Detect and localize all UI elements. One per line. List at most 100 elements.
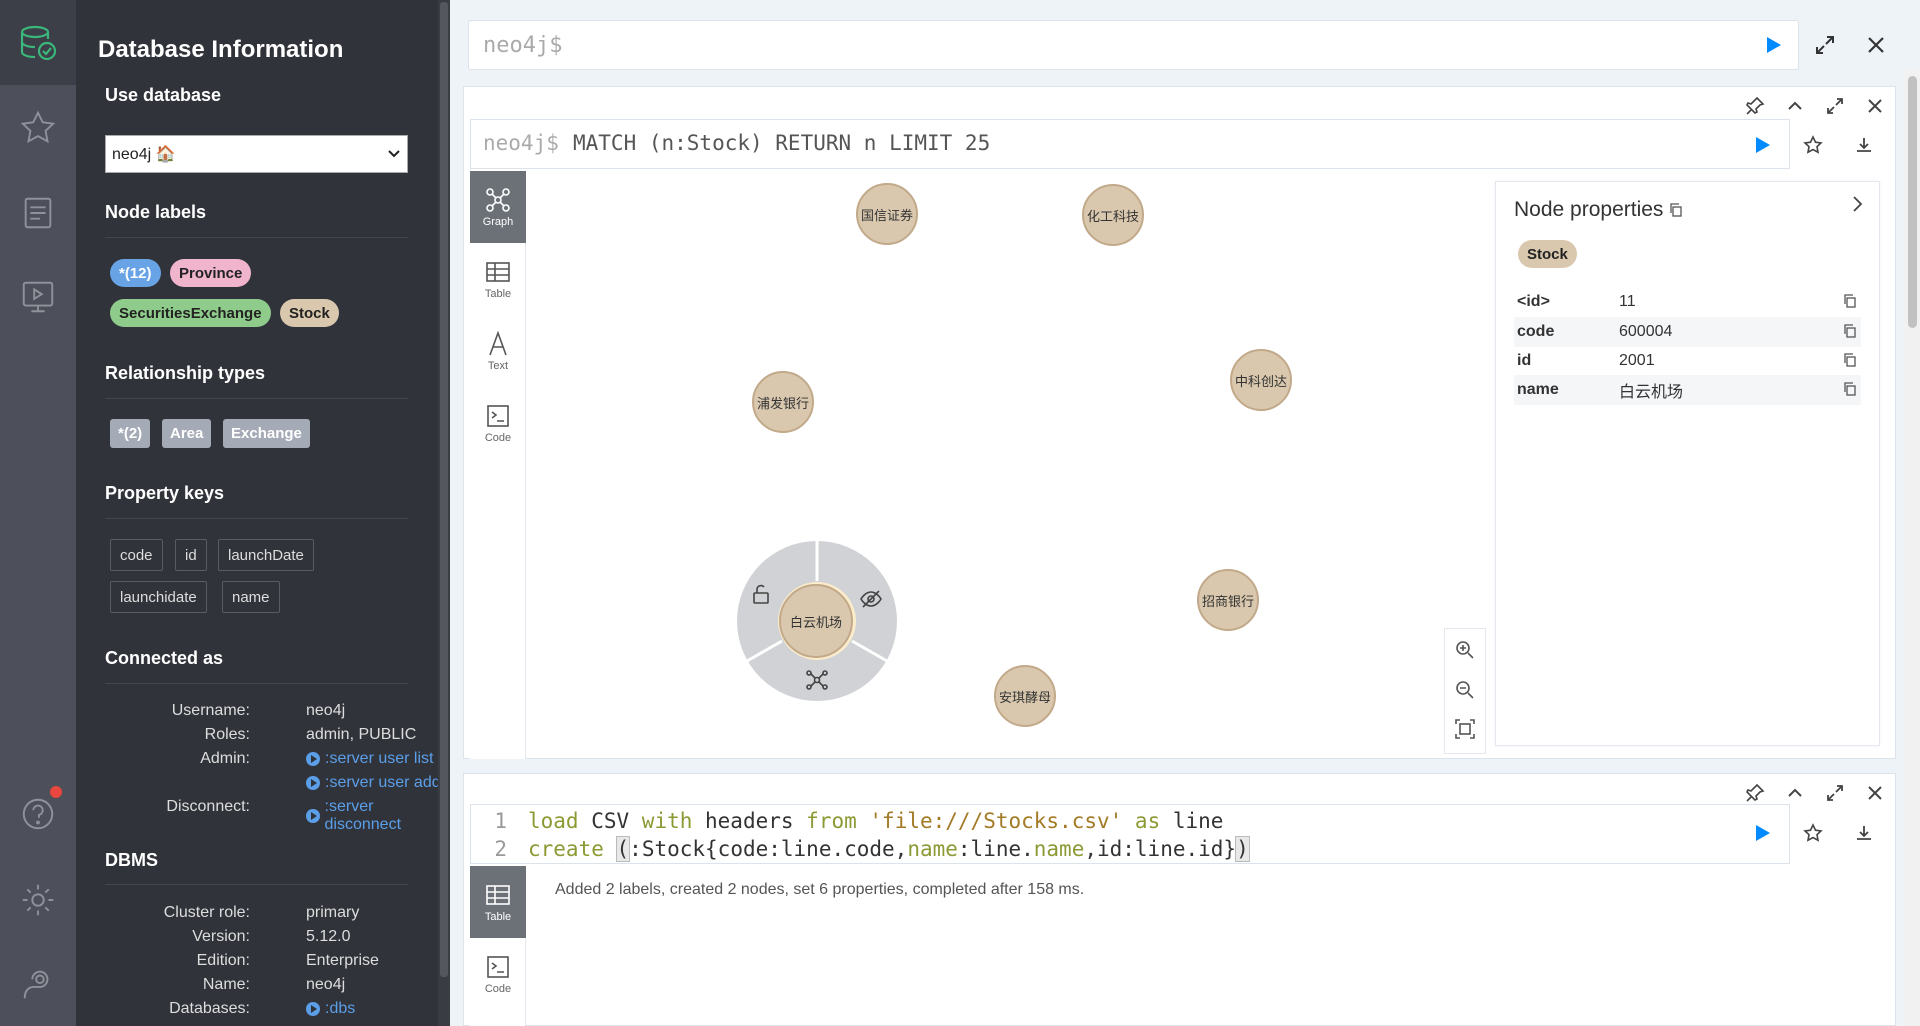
zoom-out-icon[interactable] xyxy=(1454,679,1476,701)
server-user-add-link[interactable]: :server user add xyxy=(306,774,441,792)
property-key-launchidate[interactable]: launchidate xyxy=(110,581,207,613)
rerun-button[interactable] xyxy=(1747,818,1777,848)
fit-to-screen-icon[interactable] xyxy=(1454,718,1476,740)
node-label-stock[interactable]: Stock xyxy=(280,299,339,327)
project-files-icon[interactable] xyxy=(0,183,76,243)
tab-code[interactable]: Code xyxy=(470,387,526,459)
property-key-name[interactable]: name xyxy=(222,581,280,613)
use-database-title: Use database xyxy=(105,85,222,105)
dbs-link[interactable]: :dbs xyxy=(306,1000,355,1018)
rerun-button[interactable] xyxy=(1747,130,1777,160)
tab-code[interactable]: Code xyxy=(470,938,526,1010)
property-row: code 600004 xyxy=(1514,317,1861,347)
close-icon xyxy=(1868,37,1884,53)
frame-fullscreen-button[interactable] xyxy=(1820,91,1850,121)
chevron-up-icon xyxy=(1788,101,1802,110)
rel-type-exchange[interactable]: Exchange xyxy=(223,419,310,448)
zoom-in-icon[interactable] xyxy=(1454,639,1476,661)
download-button[interactable] xyxy=(1849,130,1879,160)
graph-node[interactable]: 招商银行 xyxy=(1197,569,1259,631)
play-icon xyxy=(1767,37,1781,53)
tab-text[interactable]: Text xyxy=(470,315,526,387)
node-label-stock-chip[interactable]: Stock xyxy=(1518,240,1577,268)
node-label-securitiesexchange[interactable]: SecuritiesExchange xyxy=(110,299,271,327)
chevron-right-icon[interactable] xyxy=(1847,194,1867,214)
graph-node[interactable]: 国信证券 xyxy=(856,183,918,245)
copy-icon[interactable] xyxy=(1843,382,1857,396)
admin-label: Admin: xyxy=(200,750,250,767)
server-disconnect-link[interactable]: :server disconnect xyxy=(306,798,450,834)
frame-query-editor[interactable]: 1 load CSV with headers from 'file:///St… xyxy=(470,804,1790,864)
node-labels-title: Node labels xyxy=(105,202,207,222)
graph-node[interactable]: 中科创达 xyxy=(1230,349,1292,411)
pin-icon xyxy=(1746,783,1765,802)
tab-graph[interactable]: Graph xyxy=(470,171,526,243)
server-user-list-link[interactable]: :server user list xyxy=(306,750,433,768)
node-label-province[interactable]: Province xyxy=(170,259,252,287)
property-row: <id> 11 xyxy=(1514,287,1861,317)
cluster-role-label: Cluster role: xyxy=(163,904,250,921)
tab-table[interactable]: Table xyxy=(470,243,526,315)
frame-query-editor[interactable]: neo4j$ MATCH (n:Stock) RETURN n LIMIT 25 xyxy=(470,119,1790,169)
about-plug-icon[interactable] xyxy=(0,955,76,1015)
name-value: neo4j xyxy=(306,976,346,993)
frame-close-button[interactable] xyxy=(1860,91,1890,121)
close-icon xyxy=(1868,99,1882,113)
username-value: neo4j xyxy=(306,702,346,719)
expand-relationships-icon[interactable] xyxy=(805,668,829,692)
chevron-up-icon xyxy=(1788,788,1802,797)
database-icon[interactable] xyxy=(0,0,76,85)
property-key-launchdate[interactable]: launchDate xyxy=(218,539,314,571)
fullscreen-button[interactable] xyxy=(1810,30,1840,60)
hide-eye-icon[interactable] xyxy=(859,587,883,611)
graph-node[interactable]: 化工科技 xyxy=(1082,184,1144,246)
node-label-all[interactable]: *(12) xyxy=(110,259,161,287)
result-summary: Added 2 labels, created 2 nodes, set 6 p… xyxy=(555,881,1085,898)
collapse-button[interactable] xyxy=(1780,91,1810,121)
play-icon xyxy=(306,776,320,790)
guides-monitor-icon[interactable] xyxy=(0,267,76,327)
frame-close-button[interactable] xyxy=(1860,778,1890,808)
favorites-star-icon[interactable] xyxy=(0,98,76,158)
close-editor-button[interactable] xyxy=(1861,30,1891,60)
graph-node-selected[interactable]: 白云机场 xyxy=(779,584,853,658)
copy-icon[interactable] xyxy=(1843,294,1857,308)
settings-gear-icon[interactable] xyxy=(0,870,76,930)
database-select[interactable]: neo4j 🏠 xyxy=(105,135,408,173)
favorite-button[interactable] xyxy=(1798,818,1828,848)
rel-type-area[interactable]: Area xyxy=(162,419,212,448)
run-button[interactable] xyxy=(1758,30,1788,60)
property-row: name 白云机场 xyxy=(1514,375,1861,405)
download-button[interactable] xyxy=(1849,818,1879,848)
download-icon xyxy=(1857,138,1871,152)
rel-type-all[interactable]: *(2) xyxy=(110,419,151,448)
graph-icon xyxy=(486,188,510,212)
icon-rail xyxy=(0,0,76,1026)
main-editor[interactable]: neo4j$ xyxy=(468,20,1799,70)
play-icon xyxy=(1756,137,1770,153)
pin-button[interactable] xyxy=(1740,91,1770,121)
property-key-code[interactable]: code xyxy=(110,539,163,571)
frame-prompt: neo4j$ xyxy=(483,131,559,155)
node-properties-title: Node properties xyxy=(1514,198,1683,222)
pin-icon xyxy=(1746,96,1765,115)
copy-icon[interactable] xyxy=(1843,353,1857,367)
favorite-button[interactable] xyxy=(1798,130,1828,160)
unlock-icon[interactable] xyxy=(749,582,773,606)
copy-icon[interactable] xyxy=(1843,324,1857,338)
main-scrollbar[interactable] xyxy=(1905,70,1920,1026)
help-icon[interactable] xyxy=(0,784,76,844)
relationship-types-title: Relationship types xyxy=(105,363,266,383)
graph-node[interactable]: 浦发银行 xyxy=(752,371,814,433)
property-key-id[interactable]: id xyxy=(175,539,207,571)
copy-icon[interactable] xyxy=(1669,203,1683,217)
property-keys-title: Property keys xyxy=(105,483,225,503)
star-icon xyxy=(1803,135,1823,154)
view-tabs: Table Code xyxy=(470,866,526,1026)
frame-fullscreen-button[interactable] xyxy=(1820,778,1850,808)
expand-icon xyxy=(1827,785,1843,801)
graph-node[interactable]: 安琪酵母 xyxy=(994,665,1056,727)
result-frame-table: 1 load CSV with headers from 'file:///St… xyxy=(463,773,1896,1026)
drawer-scrollbar[interactable] xyxy=(438,0,450,1026)
tab-table[interactable]: Table xyxy=(470,866,526,938)
